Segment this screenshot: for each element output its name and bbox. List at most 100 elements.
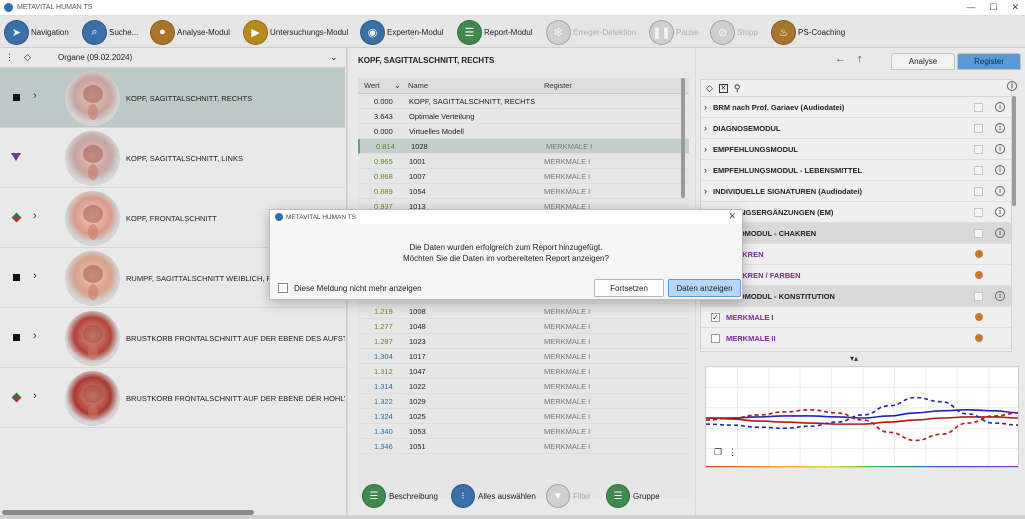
beschreibung-button[interactable]: ☰ Beschreibung: [362, 484, 438, 508]
gruppe-button[interactable]: ☰ Gruppe: [606, 484, 660, 508]
collapse-chevron-icon[interactable]: ⌄: [330, 52, 338, 63]
col-name[interactable]: Name: [408, 81, 544, 90]
tree-item[interactable]: MERKMALE II: [701, 328, 1011, 349]
tree-item[interactable]: ⌄PSYCHOMODUL - CHAKRENi: [701, 223, 1011, 244]
tab-analyse[interactable]: Analyse: [891, 53, 955, 70]
table-row[interactable]: 1.314 1022 MERKMALE I: [358, 379, 689, 394]
table-row[interactable]: 1.287 1023 MERKMALE I: [358, 334, 689, 349]
col-register[interactable]: Register: [544, 81, 572, 90]
table-row[interactable]: 0.865 1001 MERKMALE I: [358, 154, 689, 169]
info-icon[interactable]: i: [995, 165, 1005, 175]
tree-expand-chevron-icon[interactable]: ›: [701, 144, 713, 154]
table-row[interactable]: 0.000 KOPF, SAGITTALSCHNITT, RECHTS: [358, 94, 689, 109]
organ-list-item[interactable]: KOPF, SAGITTALSCHNITT, LINKS: [0, 128, 345, 188]
more-icon[interactable]: ⋮: [5, 52, 14, 63]
toolbar-stopp-button[interactable]: ⊘ Stopp: [710, 19, 758, 45]
table-row[interactable]: 0.868 1007 MERKMALE I: [358, 169, 689, 184]
panel-info-icon[interactable]: i: [1007, 81, 1017, 91]
organ-list-item[interactable]: › BRUSTKORB FRONTALSCHNITT AUF DER EBENE …: [0, 308, 345, 368]
toolbar-report-modul-button[interactable]: ☰ Report-Modul: [457, 19, 532, 45]
info-icon[interactable]: i: [995, 228, 1005, 238]
tab-register[interactable]: Register: [957, 53, 1021, 70]
tree-item[interactable]: › BRM nach Prof. Gariaev (Audiodatei) i: [701, 97, 1011, 118]
table-row[interactable]: 1.304 1017 MERKMALE I: [358, 349, 689, 364]
table-row[interactable]: 0.000 Virtuelles Modell: [358, 124, 689, 139]
close-button[interactable]: ✕: [1011, 2, 1019, 13]
clear-selection-icon[interactable]: ✕: [718, 83, 728, 93]
up-arrow-icon[interactable]: ↑: [857, 53, 863, 65]
info-icon[interactable]: i: [995, 186, 1005, 196]
toolbar-navigation-button[interactable]: ➤ Navigation: [4, 19, 69, 45]
chart-more-icon[interactable]: ⋮: [728, 447, 737, 458]
table-row[interactable]: 1.312 1047 MERKMALE I: [358, 364, 689, 379]
expand-chevron-icon[interactable]: ›: [33, 270, 37, 282]
tree-item-checkbox[interactable]: [974, 292, 983, 301]
continue-button[interactable]: Fortsetzen: [594, 279, 664, 297]
organ-list-item[interactable]: › BRUSTKORB FRONTALSCHNITT AUF DER EBENE …: [0, 368, 345, 428]
show-data-button[interactable]: Daten anzeigen: [668, 279, 741, 297]
info-icon[interactable]: i: [995, 207, 1005, 217]
dont-show-again-checkbox[interactable]: [278, 283, 288, 293]
back-arrow-icon[interactable]: ←: [835, 53, 846, 65]
expand-chevron-icon[interactable]: ›: [33, 390, 37, 402]
toolbar-experten-modul-button[interactable]: ◉ Experten-Modul: [360, 19, 443, 45]
tree-item[interactable]: › EMPFEHLUNGSMODUL - LEBENSMITTEL i: [701, 160, 1011, 181]
expand-icon[interactable]: ◇: [706, 83, 713, 94]
toolbar-analyse-modul-button[interactable]: ● Analyse-Modul: [150, 19, 230, 45]
table-row[interactable]: 1.340 1053 MERKMALE I: [358, 424, 689, 439]
table-row[interactable]: 1.346 1051 MERKMALE I: [358, 439, 689, 454]
table-row[interactable]: 1.219 1008 MERKMALE I: [358, 304, 689, 319]
tree-expand-chevron-icon[interactable]: ›: [701, 165, 713, 175]
info-icon[interactable]: i: [995, 291, 1005, 301]
tree-item-checkbox[interactable]: [974, 187, 983, 196]
tree-item[interactable]: ✓ MERKMALE I: [701, 307, 1011, 328]
sort-chevron-icon[interactable]: ⌄: [394, 81, 401, 90]
tree-expand-chevron-icon[interactable]: ›: [701, 102, 713, 112]
minimize-button[interactable]: —: [966, 2, 975, 13]
toolbar-suche-button[interactable]: ⌕ Suche...: [82, 19, 138, 45]
table-row[interactable]: 3.643 Optimale Verteilung: [358, 109, 689, 124]
tree-item-checkbox[interactable]: [974, 229, 983, 238]
dialog-close-icon[interactable]: ✕: [728, 211, 736, 222]
tree-item[interactable]: CHAKREN / FARBEN: [701, 265, 1011, 286]
tree-item-checkbox[interactable]: [974, 166, 983, 175]
tree-item-checkbox[interactable]: [711, 333, 720, 343]
dont-show-again[interactable]: Diese Meldung nicht mehr anzeigen: [278, 283, 422, 293]
toolbar-ps-coaching-button[interactable]: ♨ PS-Coaching: [771, 19, 845, 45]
toolbar-erreger-detektion-button[interactable]: ✻ Erreger-Detektion: [546, 19, 636, 45]
organ-list-item[interactable]: › KOPF, SAGITTALSCHNITT, RECHTS: [0, 68, 345, 128]
tree-item-checkbox[interactable]: ✓: [711, 312, 720, 322]
expand-chevron-icon[interactable]: ›: [33, 210, 37, 222]
splitter-handle-icon[interactable]: ▾▴: [850, 354, 858, 363]
expand-chevron-icon[interactable]: ›: [33, 90, 37, 102]
tree-item-checkbox[interactable]: [974, 103, 983, 112]
toolbar-untersuchungs-modul-button[interactable]: ▶ Untersuchungs-Modul: [243, 19, 348, 45]
alles-auswaehlen-button[interactable]: ⁝ Alles auswählen: [451, 484, 536, 508]
tree-item[interactable]: › DIAGNOSEMODUL i: [701, 118, 1011, 139]
tree-item-checkbox[interactable]: [974, 145, 983, 154]
tree-item[interactable]: › EMPFEHLUNGSMODUL i: [701, 139, 1011, 160]
tree-item-checkbox[interactable]: [974, 124, 983, 133]
table-row[interactable]: 1.324 1025 MERKMALE I: [358, 409, 689, 424]
tree-expand-chevron-icon[interactable]: ›: [701, 123, 713, 133]
table-scrollbar[interactable]: [681, 78, 685, 198]
maximize-button[interactable]: ☐: [989, 2, 997, 13]
chart-copy-icon[interactable]: ❐: [714, 447, 722, 458]
expand-chevron-icon[interactable]: ›: [33, 330, 37, 342]
tree-item[interactable]: ›NAHRUNGSERGÄNZUNGEN (EM)i: [701, 202, 1011, 223]
info-icon[interactable]: i: [995, 144, 1005, 154]
table-row[interactable]: 1.277 1048 MERKMALE I: [358, 319, 689, 334]
toolbar-pause-button[interactable]: ❚❚ Pause: [649, 19, 699, 45]
tree-item-checkbox[interactable]: [974, 208, 983, 217]
tree-item[interactable]: ⌄PSYCHOMODUL - KONSTITUTIONi: [701, 286, 1011, 307]
tree-scrollbar[interactable]: [1012, 96, 1016, 206]
info-icon[interactable]: i: [995, 102, 1005, 112]
tree-item[interactable]: CHAKREN: [701, 244, 1011, 265]
sort-icon[interactable]: ◇: [24, 52, 31, 63]
filter-button[interactable]: ▼ Filter: [546, 484, 591, 508]
tree-expand-chevron-icon[interactable]: ›: [701, 186, 713, 196]
table-row[interactable]: 1.322 1029 MERKMALE I: [358, 394, 689, 409]
table-row[interactable]: 0.814 1028 MERKMALE I: [358, 139, 689, 154]
table-row[interactable]: 0.889 1054 MERKMALE I: [358, 184, 689, 199]
hierarchy-icon[interactable]: ⚲: [734, 83, 741, 94]
